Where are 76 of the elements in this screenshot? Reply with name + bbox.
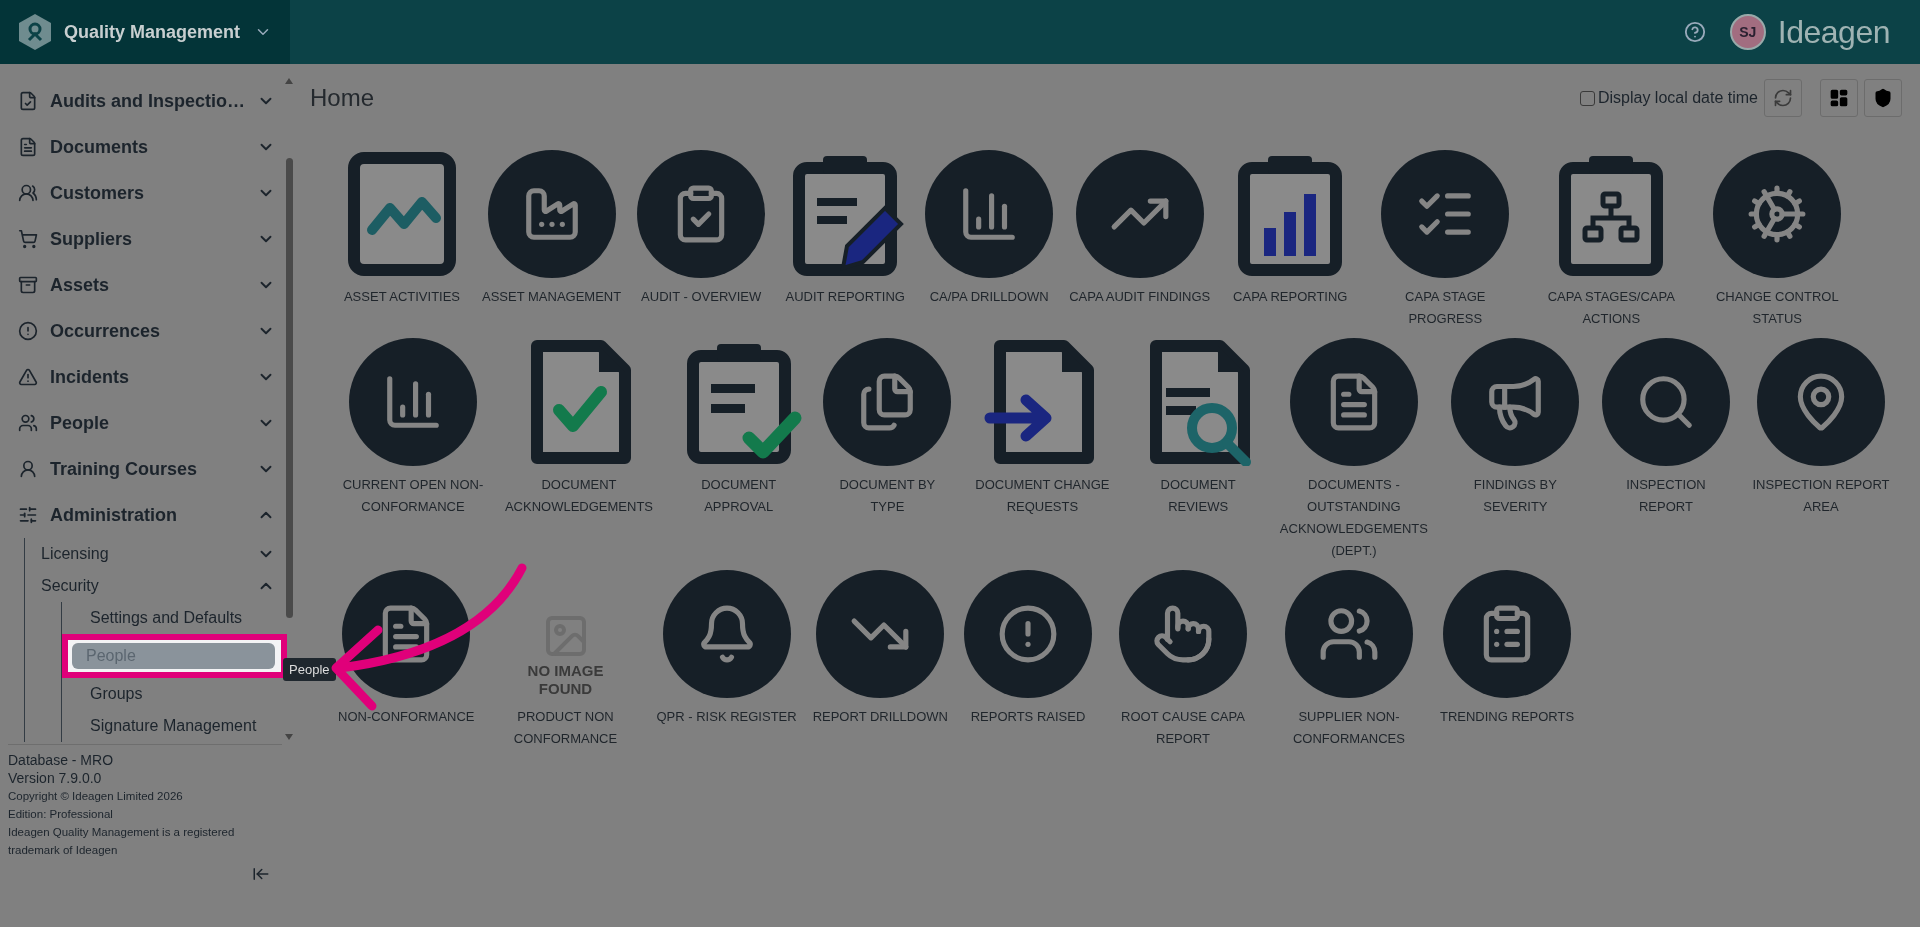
nav-item[interactable]: Incidents xyxy=(18,354,275,400)
nav-link[interactable]: Signature Management xyxy=(82,710,275,742)
nav-item[interactable]: Documents xyxy=(18,124,275,170)
scroll-up-icon[interactable] xyxy=(285,78,293,84)
report-tile[interactable]: ASSET MANAGEMENT xyxy=(476,150,628,308)
nav-item[interactable]: People xyxy=(18,400,275,446)
nav-item[interactable]: Occurrences xyxy=(18,308,275,354)
report-tile[interactable]: AUDIT - OVERVIEW xyxy=(631,150,772,308)
report-tile[interactable]: AUDIT REPORTING xyxy=(775,150,916,308)
shield-icon xyxy=(1873,88,1893,108)
report-tile[interactable]: NO IMAGE FOUND PRODUCT NON CONFORMANCE xyxy=(484,570,647,750)
nav-item[interactable]: Audits and Inspectio… xyxy=(18,78,275,124)
page-title: Home xyxy=(310,84,376,112)
report-tile[interactable]: TRENDING REPORTS xyxy=(1433,570,1581,728)
report-tile[interactable]: CAPA AUDIT FINDINGS xyxy=(1063,150,1217,308)
report-tile[interactable]: REPORT DRILLDOWN xyxy=(806,570,954,728)
report-tile[interactable]: CAPA STAGES/CAPA ACTIONS xyxy=(1530,150,1693,330)
report-tile[interactable]: INSPECTION REPORT AREA xyxy=(1740,338,1902,518)
report-tile[interactable]: DOCUMENTS - OUTSTANDING ACKNOWLEDGEMENTS (DEPT.) xyxy=(1272,338,1435,562)
report-tile[interactable]: CHANGE CONTROL STATUS xyxy=(1696,150,1859,330)
report-tile[interactable]: DOCUMENT BY TYPE xyxy=(817,338,958,518)
report-tile[interactable]: INSPECTION REPORT xyxy=(1595,338,1736,518)
refresh-button[interactable] xyxy=(1764,79,1802,117)
report-tile[interactable]: FINDINGS BY SEVERITY xyxy=(1438,338,1592,518)
report-tile[interactable]: QPR - RISK REGISTER xyxy=(650,570,803,728)
report-tile[interactable]: CA/PA DRILLDOWN xyxy=(919,150,1060,308)
person-icon xyxy=(18,459,38,479)
collapse-sidebar-button[interactable] xyxy=(252,865,270,883)
grid-icon xyxy=(1829,88,1849,108)
report-tile[interactable]: DOCUMENT ACKNOWLEDGEMENTS xyxy=(498,338,660,518)
scroll-down-icon[interactable] xyxy=(285,734,293,740)
nav-link[interactable]: Settings and Defaults xyxy=(82,602,275,634)
report-tile[interactable]: CURRENT OPEN NON-CONFORMANCE xyxy=(332,338,494,518)
collapse-icon xyxy=(252,865,270,883)
warning-icon xyxy=(18,367,38,387)
footer-note: Ideagen Quality Management is a registered trademark of Ideagen xyxy=(8,825,236,858)
layout-button[interactable] xyxy=(1820,79,1858,117)
footer-note: Edition: Professional xyxy=(8,807,114,822)
report-tile[interactable]: DOCUMENT APPROVAL xyxy=(664,338,814,518)
version-label: Version 7.9.0.0 xyxy=(8,769,103,787)
user-avatar[interactable]: SJ xyxy=(1729,14,1766,50)
sliders-icon xyxy=(18,505,38,525)
report-tile[interactable]: CAPA REPORTING xyxy=(1220,150,1361,308)
nav-item[interactable]: Administration xyxy=(18,492,275,538)
nav-item[interactable]: Customers xyxy=(18,170,275,216)
report-tile[interactable]: DOCUMENT REVIEWS xyxy=(1127,338,1269,518)
no-image-text: NO IMAGE FOUND xyxy=(526,662,605,698)
nav-item[interactable]: Assets xyxy=(18,262,275,308)
nav-subitem[interactable]: Security xyxy=(41,570,275,602)
archive-icon xyxy=(18,275,38,295)
people-icon xyxy=(18,183,38,203)
report-tile[interactable]: ASSET ACTIVITIES xyxy=(332,150,472,308)
nav-item[interactable]: Training Courses xyxy=(18,446,275,492)
brand-logo: Ideagen xyxy=(1777,13,1890,51)
nav-subitem[interactable]: Licensing xyxy=(41,538,275,570)
refresh-icon xyxy=(1773,88,1793,108)
nav-link[interactable]: Groups xyxy=(82,678,275,710)
file-check-icon xyxy=(18,91,38,111)
cart-icon xyxy=(18,229,38,249)
report-tile[interactable]: DOCUMENT CHANGE REQUESTS xyxy=(961,338,1124,518)
tooltip: People xyxy=(283,658,336,681)
alert-icon xyxy=(18,321,38,341)
database-label: Database - MRO xyxy=(8,751,115,769)
nav-item[interactable]: Suppliers xyxy=(18,216,275,262)
app-logo-icon xyxy=(18,13,52,51)
footer-note: Copyright © Ideagen Limited 2026 xyxy=(8,789,184,804)
document-icon xyxy=(18,137,38,157)
help-icon[interactable] xyxy=(1683,21,1706,43)
report-tile[interactable]: ROOT CAUSE CAPA REPORT xyxy=(1101,570,1264,750)
report-tile[interactable]: CAPA STAGE PROGRESS xyxy=(1364,150,1527,330)
app-title: Quality Management xyxy=(64,21,242,43)
report-tile[interactable]: REPORTS RAISED xyxy=(957,570,1098,728)
local-time-checkbox[interactable]: Display local date time xyxy=(1579,89,1758,107)
shield-button[interactable] xyxy=(1864,79,1902,117)
report-tile[interactable]: SUPPLIER NON-CONFORMANCES xyxy=(1267,570,1430,750)
people-icon xyxy=(18,413,38,433)
